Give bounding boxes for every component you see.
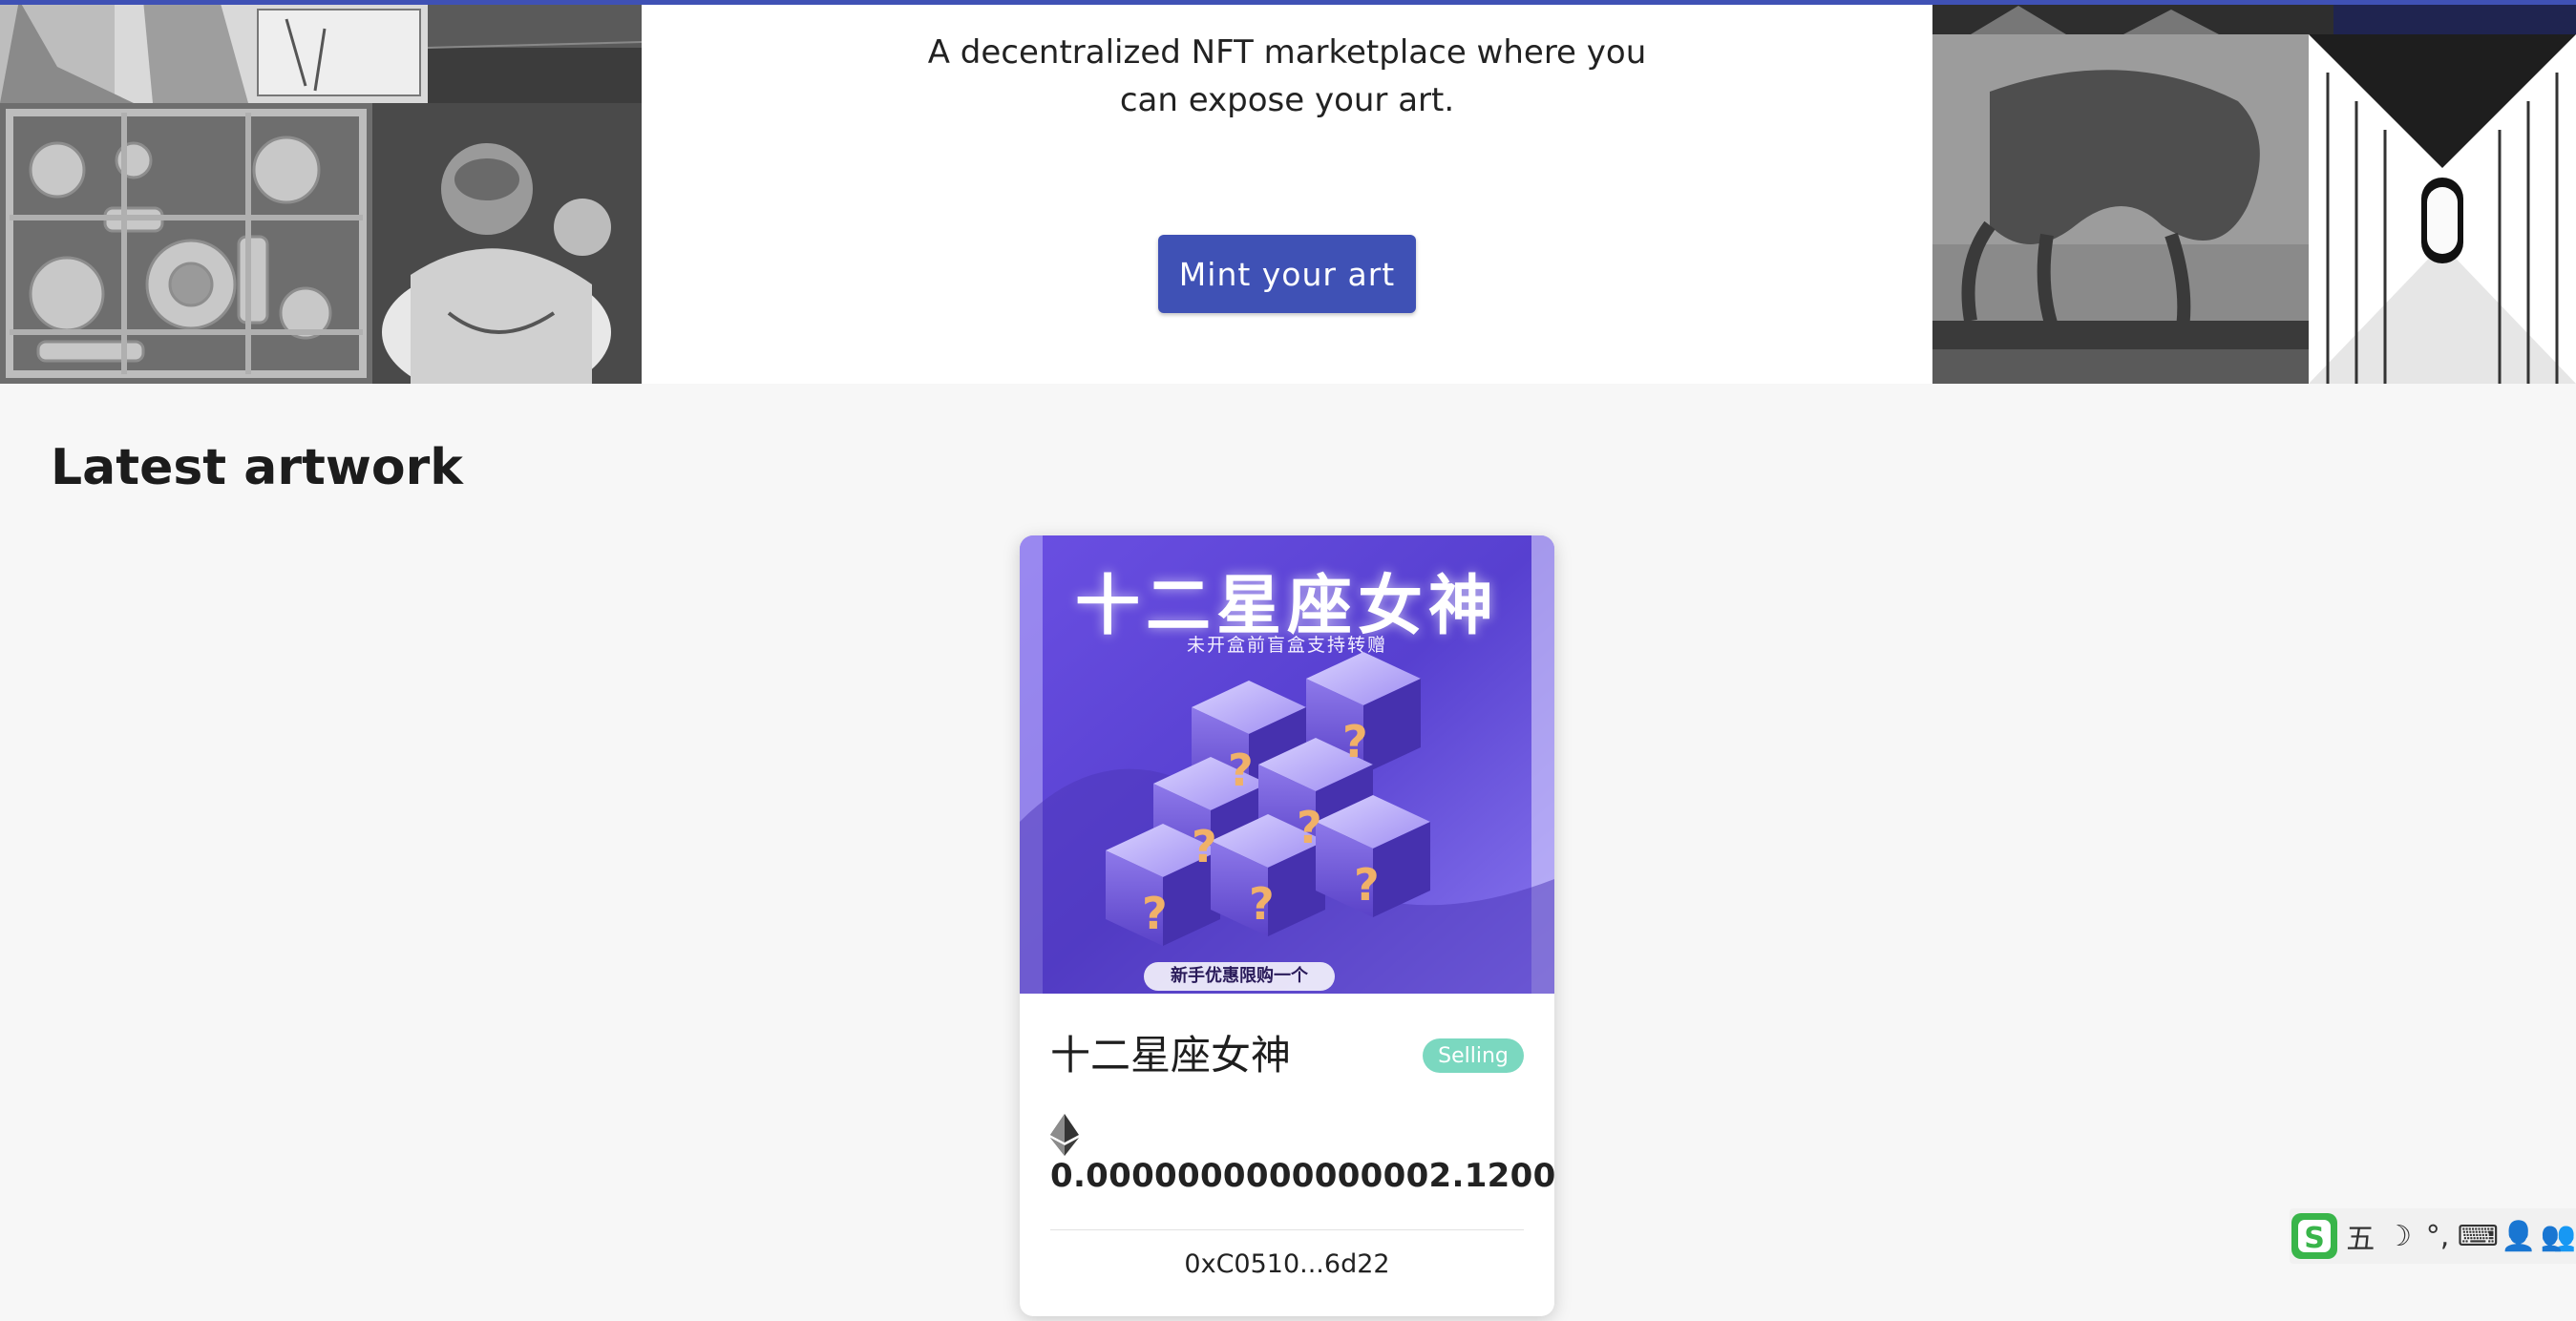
hero-banner: A decentralized NFT marketplace where yo… [0, 0, 2576, 384]
ime-wubi-mode-button[interactable]: 五 [2343, 1213, 2377, 1259]
cube-question-mark: ? [1228, 744, 1254, 796]
ime-night-mode-icon[interactable]: ☽ [2381, 1213, 2416, 1259]
cube-question-mark: ? [1297, 802, 1322, 853]
status-badge: Selling [1423, 1038, 1524, 1073]
cube-question-mark: ? [1342, 716, 1368, 767]
hero-art-collage-right [1932, 0, 2576, 384]
owner-address[interactable]: 0xC0510...6d22 [1020, 1249, 1554, 1279]
hero-description-text: A decentralized NFT marketplace where yo… [927, 33, 1647, 119]
art-tile-corridor [2309, 34, 2576, 384]
artwork-price: 0.0000000000000002.120000 [1050, 1157, 1554, 1195]
top-accent-bar [0, 0, 2576, 5]
hero-description: A decentralized NFT marketplace where yo… [642, 29, 1932, 124]
artwork-image[interactable]: ? ? ? ? ? ? ? 十二星座女神 未开盒前盲盒支持转赠 新手优惠限购一个 [1020, 535, 1554, 994]
hero-art-collage-left [0, 0, 642, 384]
art-tile-model-kit [0, 103, 372, 384]
cube-question-mark: ? [1354, 859, 1380, 911]
sogou-logo-icon[interactable]: S [2290, 1211, 2339, 1261]
art-tile-creature [1932, 34, 2309, 384]
ime-users-icon[interactable]: 👥 [2541, 1213, 2576, 1259]
artwork-image-subheading: 未开盒前盲盒支持转赠 [1186, 635, 1387, 656]
svg-text:S: S [2304, 1222, 2325, 1255]
ime-user-icon[interactable]: 👤 [2501, 1213, 2536, 1259]
ime-toolbar: S 五 ☽ °, ⌨ 👤 👥 [2290, 1208, 2576, 1264]
artwork-title[interactable]: 十二星座女神 [1050, 1023, 1291, 1081]
artwork-image-ribbon: 新手优惠限购一个 [1144, 962, 1335, 991]
art-tile-dark-strip [1932, 0, 2576, 34]
ethereum-icon [1050, 1114, 1079, 1156]
art-tile-character [372, 103, 642, 384]
cube-question-mark: ? [1249, 878, 1275, 930]
art-tile-sketch-city [0, 0, 428, 103]
page: A decentralized NFT marketplace where yo… [0, 0, 2576, 1321]
hero-content: A decentralized NFT marketplace where yo… [642, 0, 1932, 384]
ime-keyboard-icon[interactable]: ⌨ [2458, 1213, 2499, 1259]
ime-punctuation-toggle[interactable]: °, [2420, 1213, 2455, 1259]
artwork-card[interactable]: ? ? ? ? ? ? ? 十二星座女神 未开盒前盲盒支持转赠 新手优惠限购一个… [1020, 535, 1554, 1316]
mint-art-button[interactable]: Mint your art [1158, 235, 1416, 313]
cube-question-mark: ? [1142, 888, 1168, 939]
cube-question-mark: ? [1192, 821, 1217, 872]
section-title-latest-artwork: Latest artwork [51, 439, 463, 496]
card-divider [1050, 1229, 1524, 1230]
art-tile-dark-landscape [428, 0, 642, 103]
